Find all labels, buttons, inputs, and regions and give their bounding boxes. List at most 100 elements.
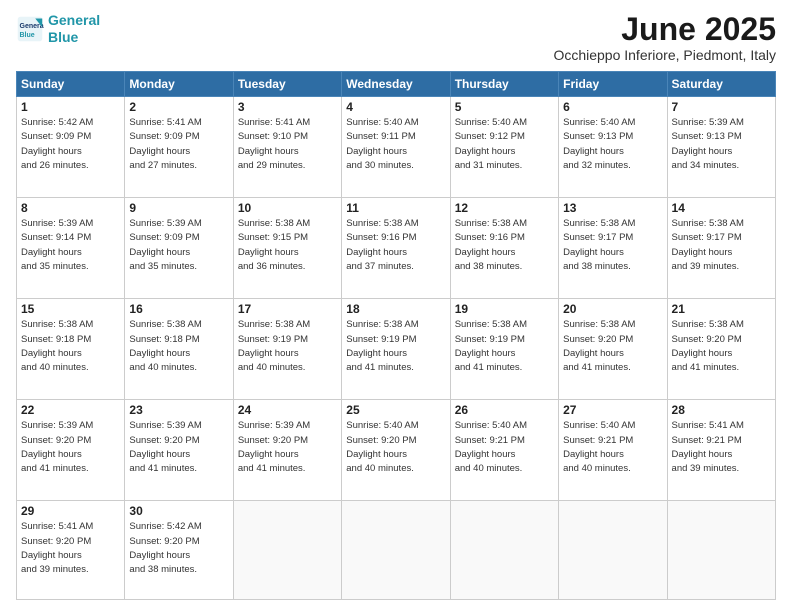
col-tuesday: Tuesday: [233, 72, 341, 97]
day-number: 11: [346, 201, 445, 215]
calendar-day-cell: 17 Sunrise: 5:38 AM Sunset: 9:19 PM Dayl…: [233, 299, 341, 400]
calendar-day-cell: [667, 501, 775, 600]
calendar-day-cell: 22 Sunrise: 5:39 AM Sunset: 9:20 PM Dayl…: [17, 400, 125, 501]
calendar-day-cell: 7 Sunrise: 5:39 AM Sunset: 9:13 PM Dayli…: [667, 97, 775, 198]
day-info: Sunrise: 5:38 AM Sunset: 9:15 PM Dayligh…: [238, 217, 337, 274]
day-number: 13: [563, 201, 662, 215]
day-info: Sunrise: 5:38 AM Sunset: 9:18 PM Dayligh…: [21, 318, 120, 375]
calendar-day-cell: 3 Sunrise: 5:41 AM Sunset: 9:10 PM Dayli…: [233, 97, 341, 198]
day-info: Sunrise: 5:38 AM Sunset: 9:19 PM Dayligh…: [238, 318, 337, 375]
calendar-day-cell: 12 Sunrise: 5:38 AM Sunset: 9:16 PM Dayl…: [450, 198, 558, 299]
calendar-day-cell: 11 Sunrise: 5:38 AM Sunset: 9:16 PM Dayl…: [342, 198, 450, 299]
day-number: 27: [563, 403, 662, 417]
day-info: Sunrise: 5:38 AM Sunset: 9:19 PM Dayligh…: [346, 318, 445, 375]
calendar-day-cell: [559, 501, 667, 600]
day-number: 6: [563, 100, 662, 114]
day-number: 15: [21, 302, 120, 316]
calendar-day-cell: 13 Sunrise: 5:38 AM Sunset: 9:17 PM Dayl…: [559, 198, 667, 299]
day-info: Sunrise: 5:38 AM Sunset: 9:16 PM Dayligh…: [346, 217, 445, 274]
day-number: 18: [346, 302, 445, 316]
day-info: Sunrise: 5:38 AM Sunset: 9:20 PM Dayligh…: [672, 318, 771, 375]
calendar-day-cell: 8 Sunrise: 5:39 AM Sunset: 9:14 PM Dayli…: [17, 198, 125, 299]
day-info: Sunrise: 5:38 AM Sunset: 9:18 PM Dayligh…: [129, 318, 228, 375]
day-number: 29: [21, 504, 120, 518]
page: General Blue General Blue June 2025 Occh…: [0, 0, 792, 612]
day-number: 26: [455, 403, 554, 417]
day-info: Sunrise: 5:39 AM Sunset: 9:13 PM Dayligh…: [672, 116, 771, 173]
day-info: Sunrise: 5:41 AM Sunset: 9:20 PM Dayligh…: [21, 520, 120, 577]
calendar-day-cell: 14 Sunrise: 5:38 AM Sunset: 9:17 PM Dayl…: [667, 198, 775, 299]
calendar-week-row: 8 Sunrise: 5:39 AM Sunset: 9:14 PM Dayli…: [17, 198, 776, 299]
day-info: Sunrise: 5:40 AM Sunset: 9:13 PM Dayligh…: [563, 116, 662, 173]
day-number: 12: [455, 201, 554, 215]
location: Occhieppo Inferiore, Piedmont, Italy: [553, 47, 776, 63]
calendar-day-cell: 25 Sunrise: 5:40 AM Sunset: 9:20 PM Dayl…: [342, 400, 450, 501]
day-info: Sunrise: 5:38 AM Sunset: 9:17 PM Dayligh…: [563, 217, 662, 274]
logo-icon: General Blue: [16, 15, 44, 43]
calendar-day-cell: 4 Sunrise: 5:40 AM Sunset: 9:11 PM Dayli…: [342, 97, 450, 198]
day-info: Sunrise: 5:39 AM Sunset: 9:20 PM Dayligh…: [21, 419, 120, 476]
title-area: June 2025 Occhieppo Inferiore, Piedmont,…: [553, 12, 776, 63]
day-number: 16: [129, 302, 228, 316]
calendar-day-cell: [233, 501, 341, 600]
day-number: 23: [129, 403, 228, 417]
calendar-header-row: Sunday Monday Tuesday Wednesday Thursday…: [17, 72, 776, 97]
day-info: Sunrise: 5:38 AM Sunset: 9:20 PM Dayligh…: [563, 318, 662, 375]
calendar-day-cell: 29 Sunrise: 5:41 AM Sunset: 9:20 PM Dayl…: [17, 501, 125, 600]
calendar-day-cell: 26 Sunrise: 5:40 AM Sunset: 9:21 PM Dayl…: [450, 400, 558, 501]
day-number: 17: [238, 302, 337, 316]
calendar-day-cell: 1 Sunrise: 5:42 AM Sunset: 9:09 PM Dayli…: [17, 97, 125, 198]
day-number: 10: [238, 201, 337, 215]
day-number: 22: [21, 403, 120, 417]
calendar-day-cell: [342, 501, 450, 600]
day-number: 24: [238, 403, 337, 417]
day-number: 25: [346, 403, 445, 417]
day-info: Sunrise: 5:39 AM Sunset: 9:09 PM Dayligh…: [129, 217, 228, 274]
calendar-day-cell: 28 Sunrise: 5:41 AM Sunset: 9:21 PM Dayl…: [667, 400, 775, 501]
calendar-day-cell: [450, 501, 558, 600]
calendar-day-cell: 20 Sunrise: 5:38 AM Sunset: 9:20 PM Dayl…: [559, 299, 667, 400]
col-monday: Monday: [125, 72, 233, 97]
day-number: 28: [672, 403, 771, 417]
day-info: Sunrise: 5:40 AM Sunset: 9:12 PM Dayligh…: [455, 116, 554, 173]
day-number: 8: [21, 201, 120, 215]
day-number: 5: [455, 100, 554, 114]
calendar-week-row: 15 Sunrise: 5:38 AM Sunset: 9:18 PM Dayl…: [17, 299, 776, 400]
calendar-week-row: 29 Sunrise: 5:41 AM Sunset: 9:20 PM Dayl…: [17, 501, 776, 600]
day-info: Sunrise: 5:41 AM Sunset: 9:21 PM Dayligh…: [672, 419, 771, 476]
day-number: 3: [238, 100, 337, 114]
day-info: Sunrise: 5:41 AM Sunset: 9:10 PM Dayligh…: [238, 116, 337, 173]
day-number: 14: [672, 201, 771, 215]
calendar-day-cell: 27 Sunrise: 5:40 AM Sunset: 9:21 PM Dayl…: [559, 400, 667, 501]
col-saturday: Saturday: [667, 72, 775, 97]
day-number: 7: [672, 100, 771, 114]
calendar-day-cell: 15 Sunrise: 5:38 AM Sunset: 9:18 PM Dayl…: [17, 299, 125, 400]
day-info: Sunrise: 5:38 AM Sunset: 9:16 PM Dayligh…: [455, 217, 554, 274]
calendar-week-row: 22 Sunrise: 5:39 AM Sunset: 9:20 PM Dayl…: [17, 400, 776, 501]
calendar-day-cell: 2 Sunrise: 5:41 AM Sunset: 9:09 PM Dayli…: [125, 97, 233, 198]
day-info: Sunrise: 5:38 AM Sunset: 9:17 PM Dayligh…: [672, 217, 771, 274]
day-number: 19: [455, 302, 554, 316]
calendar-day-cell: 19 Sunrise: 5:38 AM Sunset: 9:19 PM Dayl…: [450, 299, 558, 400]
day-number: 30: [129, 504, 228, 518]
day-number: 9: [129, 201, 228, 215]
day-info: Sunrise: 5:42 AM Sunset: 9:20 PM Dayligh…: [129, 520, 228, 577]
svg-text:Blue: Blue: [20, 32, 35, 39]
calendar-day-cell: 30 Sunrise: 5:42 AM Sunset: 9:20 PM Dayl…: [125, 501, 233, 600]
col-wednesday: Wednesday: [342, 72, 450, 97]
calendar-day-cell: 6 Sunrise: 5:40 AM Sunset: 9:13 PM Dayli…: [559, 97, 667, 198]
day-number: 4: [346, 100, 445, 114]
logo: General Blue General Blue: [16, 12, 100, 46]
day-number: 1: [21, 100, 120, 114]
day-info: Sunrise: 5:39 AM Sunset: 9:20 PM Dayligh…: [238, 419, 337, 476]
calendar-day-cell: 23 Sunrise: 5:39 AM Sunset: 9:20 PM Dayl…: [125, 400, 233, 501]
day-info: Sunrise: 5:42 AM Sunset: 9:09 PM Dayligh…: [21, 116, 120, 173]
calendar-day-cell: 18 Sunrise: 5:38 AM Sunset: 9:19 PM Dayl…: [342, 299, 450, 400]
day-number: 20: [563, 302, 662, 316]
calendar-day-cell: 21 Sunrise: 5:38 AM Sunset: 9:20 PM Dayl…: [667, 299, 775, 400]
calendar-day-cell: 5 Sunrise: 5:40 AM Sunset: 9:12 PM Dayli…: [450, 97, 558, 198]
day-info: Sunrise: 5:39 AM Sunset: 9:20 PM Dayligh…: [129, 419, 228, 476]
day-info: Sunrise: 5:40 AM Sunset: 9:21 PM Dayligh…: [563, 419, 662, 476]
day-info: Sunrise: 5:39 AM Sunset: 9:14 PM Dayligh…: [21, 217, 120, 274]
day-info: Sunrise: 5:41 AM Sunset: 9:09 PM Dayligh…: [129, 116, 228, 173]
